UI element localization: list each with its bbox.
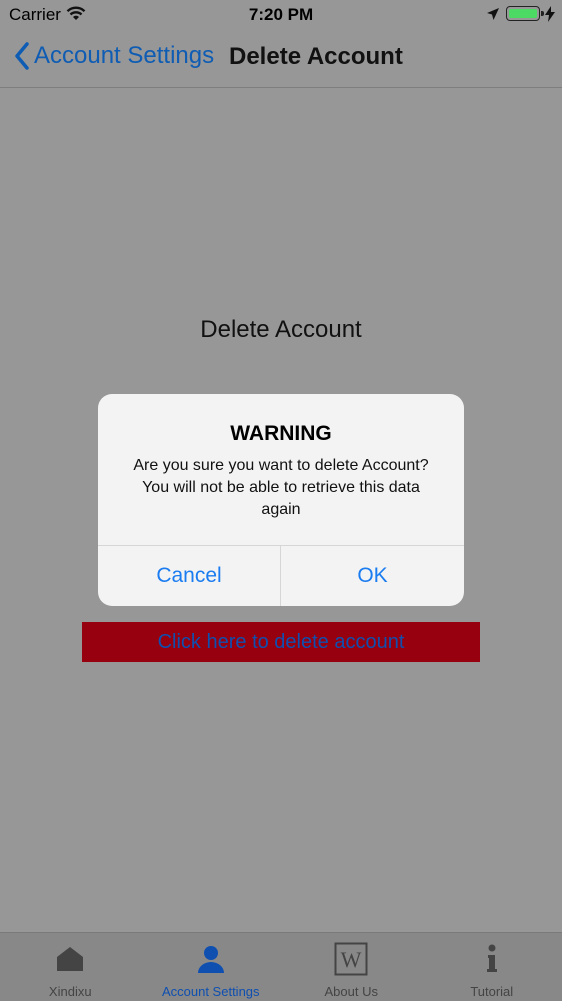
info-icon bbox=[484, 943, 500, 975]
delete-account-button[interactable]: Click here to delete account bbox=[82, 622, 480, 662]
alert-message: Are you sure you want to delete Account?… bbox=[126, 455, 436, 521]
page-heading: Delete Account bbox=[0, 316, 562, 344]
tab-about-us[interactable]: W About Us bbox=[281, 933, 422, 1001]
back-button[interactable]: Account Settings bbox=[14, 42, 214, 70]
back-button-label: Account Settings bbox=[34, 42, 214, 70]
charging-bolt-icon bbox=[545, 6, 555, 27]
chevron-left-icon bbox=[14, 42, 30, 70]
tab-tutorial[interactable]: Tutorial bbox=[422, 933, 562, 1001]
tab-bar: Xindixu Account Settings W About Us Tuto… bbox=[0, 932, 562, 1001]
tab-label: Tutorial bbox=[470, 984, 513, 999]
status-time: 7:20 PM bbox=[0, 5, 562, 25]
wikipedia-w-icon: W bbox=[334, 943, 368, 975]
tab-label: Xindixu bbox=[49, 984, 92, 999]
cancel-button[interactable]: Cancel bbox=[98, 546, 280, 606]
alert-title: WARNING bbox=[98, 422, 464, 446]
ok-button[interactable]: OK bbox=[281, 546, 464, 606]
svg-text:W: W bbox=[341, 947, 362, 972]
navigation-bar: Account Settings Delete Account bbox=[0, 30, 562, 88]
house-icon bbox=[55, 943, 85, 975]
tab-label: Account Settings bbox=[162, 984, 260, 999]
location-arrow-icon bbox=[486, 6, 500, 26]
warning-alert-dialog: WARNING Are you sure you want to delete … bbox=[98, 394, 464, 606]
tab-account-settings[interactable]: Account Settings bbox=[141, 933, 282, 1001]
battery-icon bbox=[506, 6, 540, 21]
tab-label: About Us bbox=[325, 984, 378, 999]
status-bar: Carrier 7:20 PM bbox=[0, 0, 562, 30]
person-icon bbox=[196, 943, 226, 975]
page-title: Delete Account bbox=[229, 43, 403, 71]
tab-xindixu[interactable]: Xindixu bbox=[0, 933, 141, 1001]
